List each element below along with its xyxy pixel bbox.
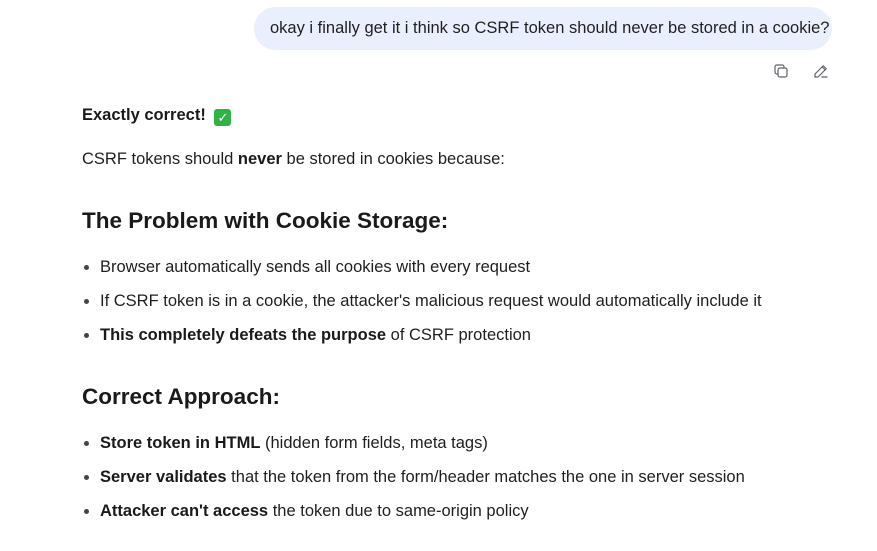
user-message-bubble: okay i finally get it i think so CSRF to… xyxy=(254,7,832,50)
list-item: Browser automatically sends all cookies … xyxy=(82,256,530,278)
copy-button[interactable] xyxy=(770,60,792,82)
list-item: Attacker can't access the token due to s… xyxy=(82,500,529,522)
list-item-bold: Attacker can't access xyxy=(100,502,269,520)
list-item-text: Browser automatically sends all cookies … xyxy=(100,258,531,276)
message-actions xyxy=(770,60,832,82)
statement-prefix: CSRF tokens should xyxy=(82,150,238,168)
statement-line: CSRF tokens should never be stored in co… xyxy=(82,148,505,170)
statement-suffix: be stored in cookies because: xyxy=(281,150,505,168)
list-item-text: (hidden form fields, meta tags) xyxy=(260,434,488,452)
list-item-bold: Store token in HTML xyxy=(100,434,261,452)
list-item-text: If CSRF token is in a cookie, the attack… xyxy=(100,292,762,310)
list-item-bold: This completely defeats the purpose xyxy=(100,326,387,344)
check-mark-icon: ✓ xyxy=(214,109,232,126)
intro-line: Exactly correct! ✓ xyxy=(82,104,232,126)
list-item: If CSRF token is in a cookie, the attack… xyxy=(82,290,762,312)
list-item: Store token in HTML (hidden form fields,… xyxy=(82,432,488,454)
intro-bold-text: Exactly correct! xyxy=(82,106,206,124)
list-item: This completely defeats the purpose of C… xyxy=(82,324,531,346)
edit-button[interactable] xyxy=(810,60,832,82)
pencil-icon xyxy=(814,65,828,78)
statement-bold: never xyxy=(237,150,282,168)
list-item: Server validates that the token from the… xyxy=(82,466,745,488)
list-item-text: the token due to same-origin policy xyxy=(268,502,529,520)
copy-icon xyxy=(774,64,788,78)
list-item-bold: Server validates xyxy=(100,468,227,486)
list-item-text: that the token from the form/header matc… xyxy=(226,468,745,486)
section-heading-problem: The Problem with Cookie Storage: xyxy=(82,208,449,233)
user-message-text: okay i finally get it i think so CSRF to… xyxy=(270,19,830,37)
list-item-text: of CSRF protection xyxy=(386,326,531,344)
section-heading-correct-approach: Correct Approach: xyxy=(82,384,280,409)
